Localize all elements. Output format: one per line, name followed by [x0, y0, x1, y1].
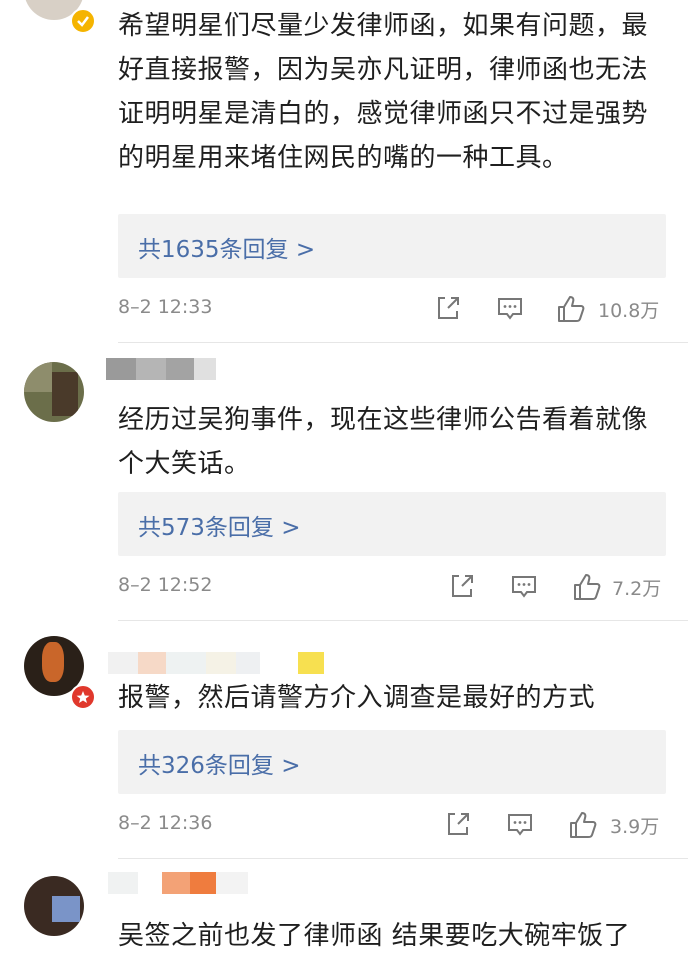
like-count: 3.9万 — [610, 816, 660, 838]
share-icon[interactable] — [448, 572, 476, 600]
divider — [118, 858, 688, 859]
comment-text: 吴签之前也发了律师函 结果要吃大碗牢饭了 — [118, 921, 631, 951]
avatar[interactable] — [24, 876, 84, 936]
red-v-badge-icon — [70, 684, 96, 710]
replies-label: 共326条回复 > — [138, 753, 301, 779]
comment-text: 报警，然后请警方介入调查是最好的方式 — [118, 683, 596, 713]
like-count: 7.2万 — [612, 578, 662, 600]
verified-badge-icon — [70, 8, 96, 34]
replies-label: 共573条回复 > — [138, 515, 301, 541]
timestamp: 8–2 12:52 — [118, 574, 213, 596]
comment-meta: 8–2 12:36 3.9万 — [118, 810, 668, 840]
view-replies-button[interactable]: 共326条回复 > — [118, 730, 666, 794]
username-blurred[interactable] — [108, 872, 248, 894]
like-icon[interactable] — [568, 810, 597, 838]
comment-icon[interactable] — [510, 572, 538, 600]
comment-icon[interactable] — [496, 294, 524, 322]
share-icon[interactable] — [444, 810, 472, 838]
timestamp: 8–2 12:36 — [118, 812, 213, 834]
replies-label: 共1635条回复 > — [138, 237, 316, 263]
comment-meta: 8–2 12:52 7.2万 — [118, 572, 668, 602]
share-icon[interactable] — [434, 294, 462, 322]
divider — [118, 342, 688, 343]
username-blurred[interactable] — [106, 358, 216, 380]
timestamp: 8–2 12:33 — [118, 296, 213, 318]
comment-text: 经历过吴狗事件，现在这些律师公告看着就像个大笑话。 — [118, 405, 649, 479]
view-replies-button[interactable]: 共1635条回复 > — [118, 214, 666, 278]
like-icon[interactable] — [556, 294, 585, 322]
username-blurred[interactable] — [108, 652, 328, 674]
like-count: 10.8万 — [598, 300, 660, 322]
comment-text: 希望明星们尽量少发律师函，如果有问题，最好直接报警，因为吴亦凡证明，律师函也无法… — [118, 11, 649, 173]
like-icon[interactable] — [572, 572, 601, 600]
comment-meta: 8–2 12:33 10.8万 — [118, 294, 668, 324]
comment-icon[interactable] — [506, 810, 534, 838]
avatar[interactable] — [24, 362, 84, 422]
divider — [118, 620, 688, 621]
view-replies-button[interactable]: 共573条回复 > — [118, 492, 666, 556]
